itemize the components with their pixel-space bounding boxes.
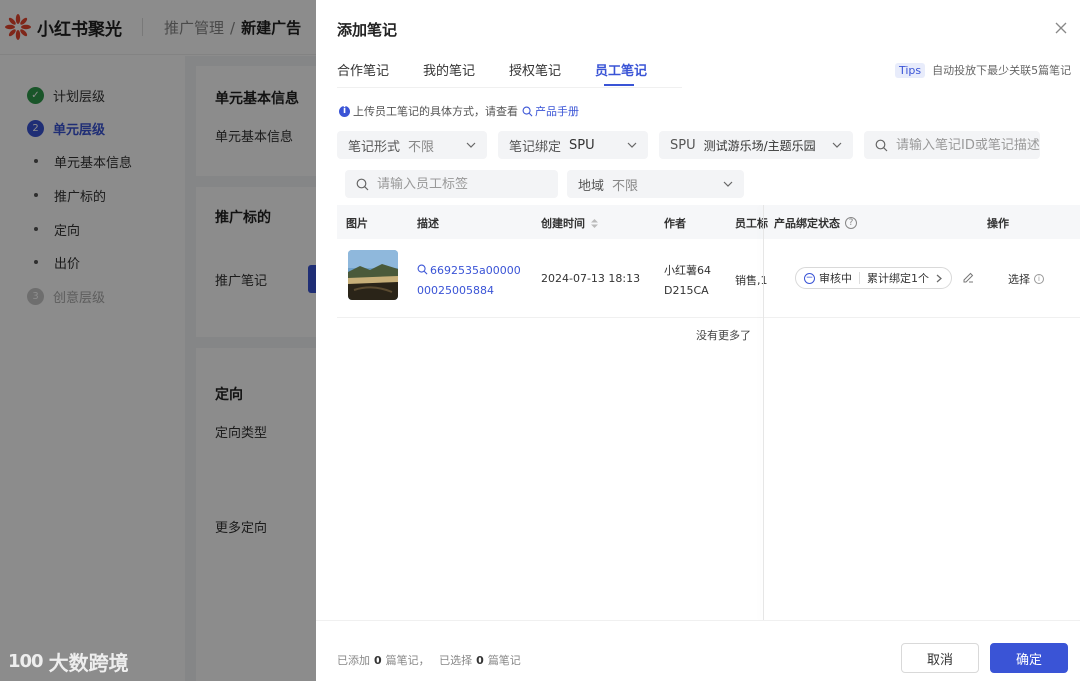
search-icon bbox=[522, 106, 533, 116]
sort-icon bbox=[591, 218, 598, 228]
search-icon bbox=[356, 178, 369, 190]
table-header: 图片 描述 创建时间 作者 员工标 产品绑定状态 ? 操作 bbox=[337, 205, 1080, 239]
watermark-text: 大数跨境 bbox=[48, 651, 129, 675]
filter-value: 不限 bbox=[612, 178, 639, 194]
note-id-link[interactable]: 6692535a00000 00025005884 bbox=[417, 261, 527, 301]
info-line: i 上传员工笔记的具体方式，请查看 产品手册 bbox=[339, 103, 579, 119]
region-select[interactable]: 地域 不限 bbox=[567, 170, 744, 198]
selected-prefix: 已选择 bbox=[439, 654, 473, 667]
fixed-column-divider bbox=[763, 205, 764, 621]
no-more-text: 没有更多了 bbox=[696, 329, 751, 342]
tab-staff-notes[interactable]: 员工笔记 bbox=[595, 60, 647, 79]
watermark-logo: 100 bbox=[8, 651, 44, 672]
col-author: 作者 bbox=[664, 217, 686, 230]
link-text: 产品手册 bbox=[535, 105, 579, 118]
divider bbox=[859, 272, 860, 284]
filter-label: SPU bbox=[670, 137, 696, 153]
filter-value: 不限 bbox=[408, 139, 435, 155]
watermark: 100 大数跨境 bbox=[8, 647, 129, 676]
info-icon: i bbox=[339, 105, 350, 117]
note-binding-select[interactable]: 笔记绑定 SPU bbox=[498, 131, 648, 159]
filter-value: SPU bbox=[569, 137, 595, 153]
staff-tag-input[interactable] bbox=[377, 176, 527, 192]
bind-count-text: 累计绑定1个 bbox=[867, 272, 929, 285]
filter-label: 地域 bbox=[578, 178, 605, 194]
note-thumbnail[interactable] bbox=[348, 250, 398, 300]
pending-icon: − bbox=[804, 272, 815, 284]
info-text: 上传员工笔记的具体方式，请查看 bbox=[353, 105, 518, 118]
binding-status-pill[interactable]: − 审核中 累计绑定1个 bbox=[795, 267, 952, 289]
col-binding-status: 产品绑定状态 ? bbox=[774, 215, 857, 231]
note-search-input[interactable] bbox=[896, 137, 1040, 153]
chevron-down-icon bbox=[627, 142, 637, 148]
drawer-footer: 已添加 0 篇笔记， 已选择 0 篇笔记 取消 确定 bbox=[316, 620, 1080, 681]
selection-summary: 已添加 0 篇笔记， 已选择 0 篇笔记 bbox=[337, 652, 521, 668]
filter-label: 笔记绑定 bbox=[509, 139, 562, 155]
tab-authorized[interactable]: 授权笔记 bbox=[509, 60, 561, 79]
chevron-right-icon bbox=[936, 274, 942, 282]
select-action[interactable]: 选择 i bbox=[1008, 271, 1044, 287]
col-desc: 描述 bbox=[417, 217, 439, 230]
tab-my-notes[interactable]: 我的笔记 bbox=[423, 60, 475, 79]
col-binding-status-label: 产品绑定状态 bbox=[774, 217, 840, 230]
note-tabs: 合作笔记 我的笔记 授权笔记 员工笔记 bbox=[337, 58, 682, 88]
col-image: 图片 bbox=[346, 217, 368, 230]
search-icon bbox=[875, 139, 888, 151]
tips-text: 自动投放下最少关联5篇笔记 bbox=[932, 64, 1072, 77]
author-line1: 小红薯64 bbox=[664, 264, 711, 277]
col-created[interactable]: 创建时间 bbox=[541, 215, 599, 231]
added-prefix: 已添加 bbox=[337, 654, 370, 667]
note-id-line2: 00025005884 bbox=[417, 284, 494, 297]
select-action-label: 选择 bbox=[1008, 273, 1030, 286]
staff-tag: 销售,1 bbox=[735, 274, 768, 287]
chevron-down-icon bbox=[466, 142, 476, 148]
note-id-line1: 6692535a00000 bbox=[430, 264, 521, 277]
note-search-box[interactable] bbox=[864, 131, 1040, 159]
tips: Tips 自动投放下最少关联5篇笔记 bbox=[895, 62, 1071, 78]
filter-label: 笔记形式 bbox=[348, 139, 401, 155]
col-action: 操作 bbox=[987, 217, 1009, 230]
filter-value: 测试游乐场/主题乐园 bbox=[703, 138, 816, 153]
close-icon[interactable] bbox=[1053, 20, 1069, 36]
staff-tag-search-box[interactable] bbox=[345, 170, 558, 198]
confirm-button[interactable]: 确定 bbox=[990, 643, 1068, 673]
selected-count: 0 bbox=[476, 654, 484, 667]
cancel-button[interactable]: 取消 bbox=[901, 643, 979, 673]
created-time: 2024-07-13 18:13 bbox=[541, 272, 641, 285]
added-count: 0 bbox=[374, 654, 382, 667]
info-icon: i bbox=[1034, 274, 1044, 284]
tips-badge: Tips bbox=[895, 62, 926, 78]
note-form-select[interactable]: 笔记形式 不限 bbox=[337, 131, 487, 159]
tab-cooperation[interactable]: 合作笔记 bbox=[337, 60, 389, 79]
active-tab-indicator bbox=[604, 84, 634, 86]
added-suffix: 篇笔记， bbox=[385, 654, 430, 667]
author: 小红薯64 D215CA bbox=[664, 261, 711, 301]
table-row: 6692535a00000 00025005884 2024-07-13 18:… bbox=[337, 239, 1080, 318]
selected-suffix: 篇笔记 bbox=[487, 654, 521, 667]
author-line2: D215CA bbox=[664, 284, 709, 297]
spu-select[interactable]: SPU 测试游乐场/主题乐园 bbox=[659, 131, 853, 159]
chevron-down-icon bbox=[832, 142, 842, 148]
add-note-drawer: 添加笔记 合作笔记 我的笔记 授权笔记 员工笔记 Tips 自动投放下最少关联5… bbox=[316, 0, 1080, 681]
col-created-label: 创建时间 bbox=[541, 217, 585, 230]
product-manual-link[interactable]: 产品手册 bbox=[522, 103, 579, 119]
status-text: 审核中 bbox=[819, 272, 852, 285]
drawer-title: 添加笔记 bbox=[337, 21, 398, 39]
edit-icon[interactable] bbox=[963, 272, 974, 283]
help-icon[interactable]: ? bbox=[845, 217, 857, 229]
search-icon bbox=[417, 264, 428, 275]
chevron-down-icon bbox=[723, 181, 733, 187]
